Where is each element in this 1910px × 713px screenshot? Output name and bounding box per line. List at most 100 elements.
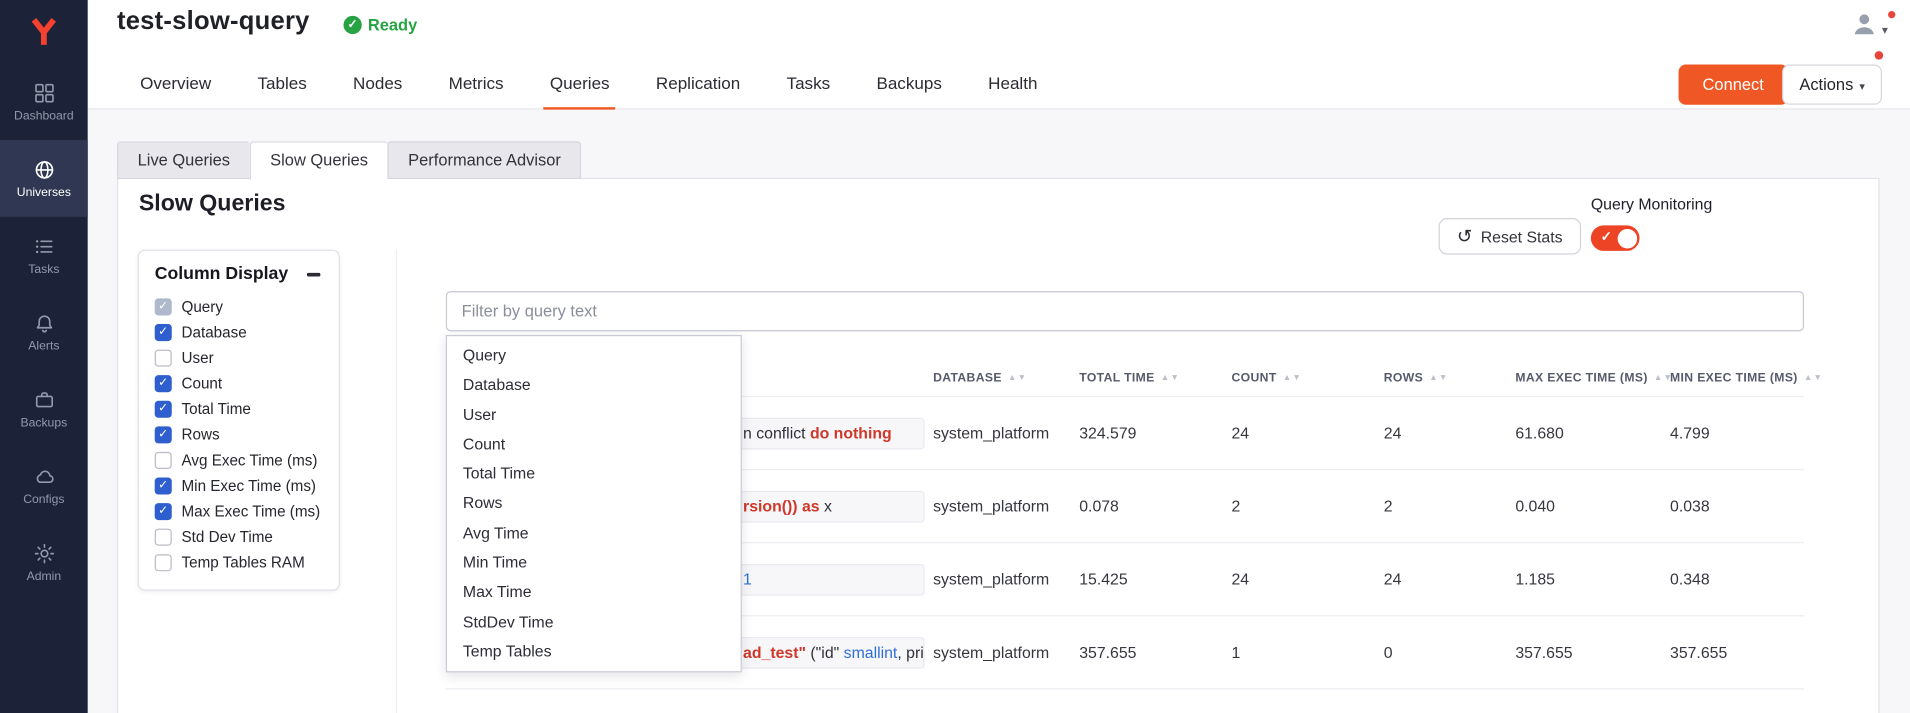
column-option-std-dev-time[interactable]: Std Dev Time — [139, 524, 339, 550]
min_exec-cell: 0.348 — [1670, 570, 1804, 588]
column-option-max-exec-time-ms[interactable]: ✓Max Exec Time (ms) — [139, 498, 339, 524]
queries-content: Live QueriesSlow QueriesPerformance Advi… — [88, 110, 1910, 713]
filter-dropdown-item-temp-tables[interactable]: Temp Tables — [447, 637, 741, 667]
subtab-live-queries[interactable]: Live Queries — [117, 141, 250, 179]
column-header-label: ROWS — [1384, 371, 1423, 384]
tab-health[interactable]: Health — [965, 58, 1061, 109]
database-cell: system_platform — [933, 570, 1079, 588]
filter-dropdown-item-rows[interactable]: Rows — [447, 489, 741, 519]
column-option-database[interactable]: ✓Database — [139, 319, 339, 345]
count-cell: 2 — [1231, 497, 1383, 515]
sidebar-item-configs[interactable]: Configs — [0, 447, 88, 524]
filter-dropdown-item-user[interactable]: User — [447, 400, 741, 430]
column-header-max_exec[interactable]: MAX EXEC TIME (MS)▲▼ — [1515, 371, 1670, 384]
tab-nodes[interactable]: Nodes — [330, 58, 426, 109]
sidebar-item-label: Backups — [20, 416, 67, 429]
sidebar-item-label: Universes — [17, 186, 71, 199]
tab-metrics[interactable]: Metrics — [425, 58, 526, 109]
filter-dropdown-item-max-time[interactable]: Max Time — [447, 578, 741, 608]
status-label: Ready — [368, 16, 417, 34]
column-header-count[interactable]: COUNT▲▼ — [1231, 371, 1383, 384]
checkbox-min-exec-time-ms[interactable]: ✓ — [155, 477, 172, 494]
query-segment: smallint — [844, 643, 898, 661]
filter-dropdown-item-total-time[interactable]: Total Time — [447, 459, 741, 489]
checkbox-std-dev-time[interactable] — [155, 528, 172, 545]
filter-dropdown-item-count[interactable]: Count — [447, 430, 741, 460]
checkbox-max-exec-time-ms[interactable]: ✓ — [155, 502, 172, 519]
filter-dropdown-item-database[interactable]: Database — [447, 371, 741, 401]
sidebar-item-tasks[interactable]: Tasks — [0, 217, 88, 294]
check-icon: ✓ — [344, 16, 362, 34]
column-option-user[interactable]: User — [139, 345, 339, 371]
filter-dropdown-item-stddev-time[interactable]: StdDev Time — [447, 607, 741, 637]
universes-icon — [32, 158, 55, 181]
column-header-label: TOTAL TIME — [1079, 371, 1154, 384]
column-header-label: DATABASE — [933, 371, 1002, 384]
collapse-button[interactable] — [305, 267, 323, 280]
column-option-min-exec-time-ms[interactable]: ✓ Min Exec Time (ms) — [139, 473, 339, 499]
column-option-label: Query — [181, 298, 222, 315]
notification-dot — [1875, 51, 1884, 60]
actions-button[interactable]: Actions▾ — [1782, 65, 1882, 105]
sidebar-item-alerts[interactable]: Alerts — [0, 294, 88, 371]
column-option-label: Min Exec Time (ms) — [181, 477, 316, 494]
column-option-query[interactable]: ✓ Query — [139, 294, 339, 320]
column-header-total_time[interactable]: TOTAL TIME▲▼ — [1079, 371, 1231, 384]
max_exec-cell: 1.185 — [1515, 570, 1670, 588]
rows-cell: 0 — [1384, 643, 1516, 661]
query-segment: ("id" — [806, 643, 844, 661]
subtab-slow-queries[interactable]: Slow Queries — [249, 141, 387, 180]
min_exec-cell: 357.655 — [1670, 643, 1804, 661]
checkbox-rows[interactable]: ✓ — [155, 426, 172, 443]
user-menu[interactable]: ▾ — [1850, 10, 1888, 44]
filter-dropdown-item-query[interactable]: Query — [447, 341, 741, 371]
status-badge: ✓ Ready — [344, 16, 418, 34]
checkbox-user[interactable] — [155, 349, 172, 366]
header: test-slow-query ✓ Ready ▾ — [88, 0, 1910, 58]
max_exec-cell: 0.040 — [1515, 497, 1670, 515]
sidebar-item-backups[interactable]: Backups — [0, 370, 88, 447]
dashboard-icon — [32, 81, 55, 104]
query-subtabs: Live QueriesSlow QueriesPerformance Advi… — [117, 141, 582, 180]
sidebar-nav: Dashboard Universes TasksAlerts Backups Conf… — [0, 63, 88, 600]
tab-replication[interactable]: Replication — [633, 58, 764, 109]
column-option-temp-tables-ram[interactable]: Temp Tables RAM — [139, 549, 339, 575]
sort-icon: ▲▼ — [1804, 373, 1823, 382]
checkbox-total-time[interactable]: ✓ — [155, 400, 172, 417]
sidebar-item-label: Dashboard — [14, 109, 74, 122]
checkbox-avg-exec-time-ms[interactable] — [155, 451, 172, 468]
tab-tasks[interactable]: Tasks — [763, 58, 853, 109]
column-option-label: Count — [181, 375, 222, 392]
filter-dropdown-item-min-time[interactable]: Min Time — [447, 548, 741, 578]
column-option-rows[interactable]: ✓Rows — [139, 421, 339, 447]
notification-dot — [1888, 11, 1895, 18]
query-filter-input[interactable] — [446, 291, 1804, 331]
query-fragment: rsion()) as x — [743, 492, 832, 521]
count-cell: 1 — [1231, 643, 1383, 661]
column-header-min_exec[interactable]: MIN EXEC TIME (MS)▲▼ — [1670, 371, 1804, 384]
column-header-database[interactable]: DATABASE▲▼ — [933, 371, 1079, 384]
column-header-rows[interactable]: ROWS▲▼ — [1384, 371, 1516, 384]
nav-tabs: OverviewTablesNodesMetricsQueriesReplica… — [117, 58, 1061, 109]
query-fragment: n conflict do nothing — [743, 418, 892, 447]
checkbox-query[interactable]: ✓ — [155, 298, 172, 315]
checkbox-count[interactable]: ✓ — [155, 375, 172, 392]
column-option-count[interactable]: ✓ Count — [139, 370, 339, 396]
tab-queries[interactable]: Queries — [527, 58, 633, 109]
yugabyte-logo-icon[interactable] — [0, 0, 88, 63]
sidebar-item-universes[interactable]: Universes — [0, 140, 88, 217]
column-option-avg-exec-time-ms[interactable]: Avg Exec Time (ms) — [139, 447, 339, 473]
checkbox-database[interactable]: ✓ — [155, 323, 172, 340]
connect-button[interactable]: Connect — [1678, 65, 1788, 105]
filter-dropdown-item-avg-time[interactable]: Avg Time — [447, 519, 741, 549]
sidebar-item-admin[interactable]: Admin — [0, 524, 88, 601]
sidebar-item-dashboard[interactable]: Dashboard — [0, 63, 88, 140]
tab-backups[interactable]: Backups — [853, 58, 965, 109]
checkbox-temp-tables-ram[interactable] — [155, 554, 172, 571]
rows-cell: 2 — [1384, 497, 1516, 515]
tab-overview[interactable]: Overview — [117, 58, 234, 109]
subtab-performance-advisor[interactable]: Performance Advisor — [387, 141, 581, 179]
tab-tables[interactable]: Tables — [234, 58, 330, 109]
column-option-total-time[interactable]: ✓Total Time — [139, 396, 339, 422]
query-fragment: ad_test" ("id" smallint, prim… — [743, 638, 924, 667]
